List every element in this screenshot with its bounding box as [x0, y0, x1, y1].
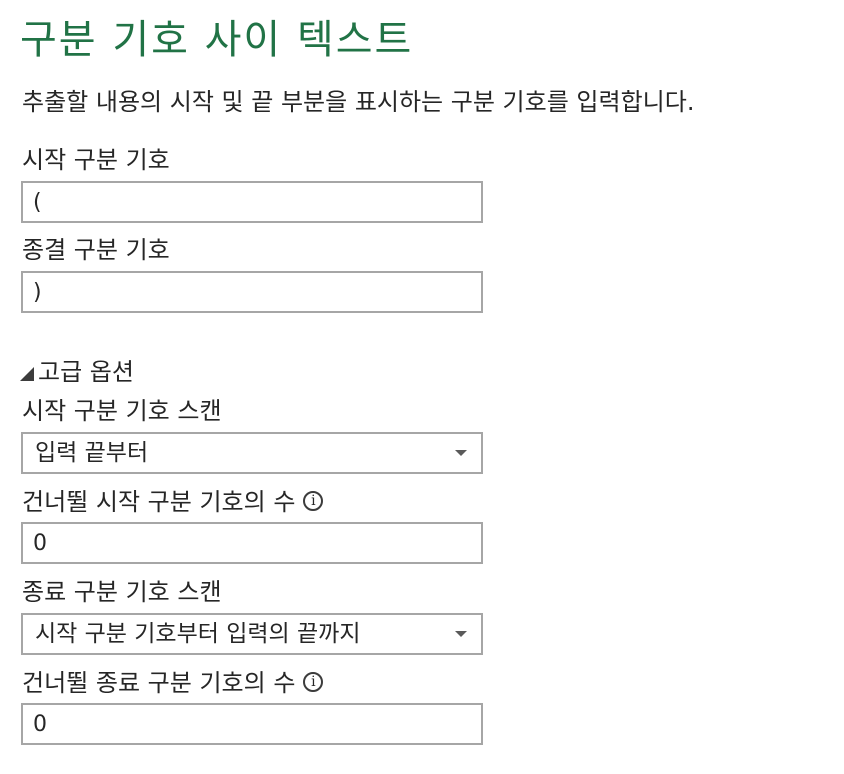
scan-end-delimiter-label: 종료 구분 기호 스캔 [22, 578, 222, 606]
skip-end-delimiters-input[interactable] [21, 703, 483, 745]
scan-start-delimiter-dropdown[interactable]: 입력 끝부터 [21, 432, 483, 474]
skip-end-delimiters-label-row: 건너뛸 종료 구분 기호의 수 i [22, 667, 324, 699]
skip-start-delimiters-label-row: 건너뛸 시작 구분 기호의 수 i [22, 486, 324, 518]
info-icon[interactable]: i [303, 491, 324, 511]
advanced-options-label: 고급 옵션 [38, 358, 134, 386]
chevron-down-icon [455, 450, 467, 456]
end-delimiter-label: 종결 구분 기호 [22, 236, 170, 264]
scan-start-delimiter-value: 입력 끝부터 [35, 440, 149, 466]
chevron-down-icon [455, 631, 467, 637]
info-icon[interactable]: i [303, 672, 324, 692]
advanced-options-toggle[interactable]: 고급 옵션 [20, 356, 134, 388]
skip-start-delimiters-input[interactable] [21, 522, 483, 564]
collapse-triangle-icon [20, 367, 34, 381]
dialog-description: 추출할 내용의 시작 및 끝 부분을 표시하는 구분 기호를 입력합니다. [22, 88, 695, 116]
skip-end-delimiters-label: 건너뛸 종료 구분 기호의 수 [22, 669, 296, 697]
skip-start-delimiters-label: 건너뛸 시작 구분 기호의 수 [22, 488, 296, 516]
dialog-title: 구분 기호 사이 텍스트 [20, 17, 414, 63]
scan-start-delimiter-label: 시작 구분 기호 스캔 [22, 397, 222, 425]
start-delimiter-input[interactable] [21, 181, 483, 223]
end-delimiter-input[interactable] [21, 271, 483, 313]
start-delimiter-label: 시작 구분 기호 [22, 146, 170, 174]
scan-end-delimiter-value: 시작 구분 기호부터 입력의 끝까지 [35, 621, 361, 647]
scan-end-delimiter-dropdown[interactable]: 시작 구분 기호부터 입력의 끝까지 [21, 613, 483, 655]
